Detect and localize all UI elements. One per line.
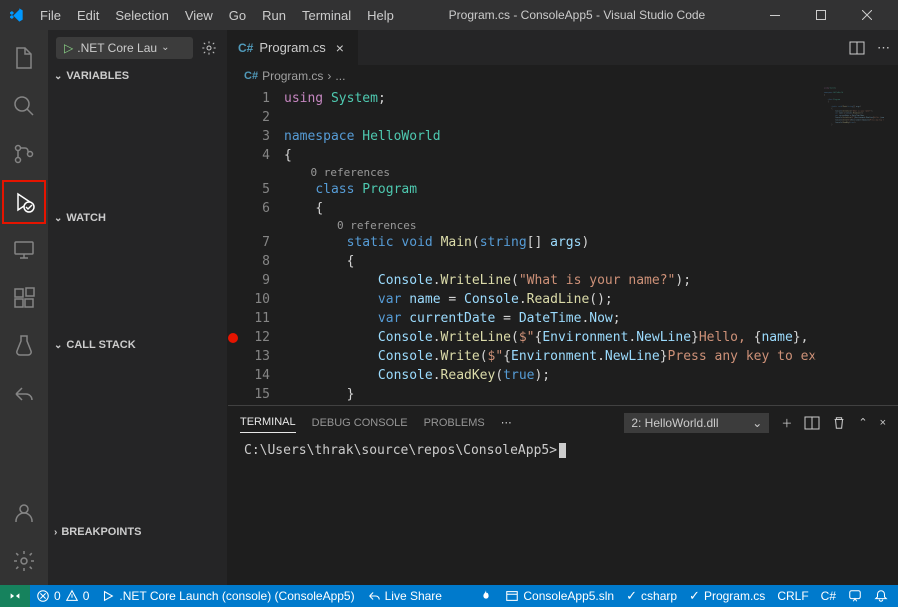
panel-more-icon[interactable]: ⋯	[501, 416, 512, 429]
csharp-file-icon: C#	[238, 41, 253, 55]
explorer-icon[interactable]	[0, 34, 48, 82]
menu-selection[interactable]: Selection	[107, 4, 176, 27]
chevron-down-icon: ⌄	[54, 71, 62, 82]
status-bar: 0 0 .NET Core Launch (console) (ConsoleA…	[0, 585, 898, 607]
file-status[interactable]: ✓Program.cs	[683, 585, 771, 607]
run-debug-icon[interactable]	[0, 178, 48, 226]
chevron-right-icon: ›	[54, 527, 57, 538]
play-icon: ▷	[64, 41, 73, 55]
section-variables[interactable]: ⌄Variables	[48, 65, 227, 87]
menu-file[interactable]: File	[32, 4, 69, 27]
terminal[interactable]: C:\Users\thrak\source\repos\ConsoleApp5>	[228, 439, 898, 585]
code-line[interactable]: Console.Write($"{Environment.NewLine}Pre…	[284, 347, 898, 366]
live-share-status[interactable]: Live Share	[361, 585, 448, 607]
minimize-button[interactable]	[752, 0, 798, 30]
code-line[interactable]: {	[284, 199, 898, 218]
menu-run[interactable]: Run	[254, 4, 294, 27]
feedback-icon[interactable]	[842, 585, 868, 607]
vscode-icon	[8, 7, 24, 23]
menu-bar: FileEditSelectionViewGoRunTerminalHelp	[32, 4, 402, 27]
tab-terminal[interactable]: Terminal	[240, 412, 296, 433]
code-line[interactable]: Console.ReadKey(true);	[284, 366, 898, 385]
omnisharp-flame-icon[interactable]	[473, 585, 499, 607]
code-line[interactable]: class Program	[284, 180, 898, 199]
remote-explorer-icon[interactable]	[0, 226, 48, 274]
tab-program-cs[interactable]: C# Program.cs ×	[228, 30, 359, 65]
code-line[interactable]: Console.WriteLine($"{Environment.NewLine…	[284, 328, 898, 347]
debug-status[interactable]: .NET Core Launch (console) (ConsoleApp5)	[95, 585, 360, 607]
language-mode[interactable]: C#	[815, 585, 842, 607]
problems-indicator[interactable]: 0 0	[30, 585, 95, 607]
tab-debug-console[interactable]: Debug Console	[312, 413, 408, 433]
code-line[interactable]: {	[284, 146, 898, 165]
chevron-down-icon: ⌄	[54, 340, 62, 351]
title-bar: FileEditSelectionViewGoRunTerminalHelp P…	[0, 0, 898, 30]
codelens[interactable]: 0 references	[284, 165, 898, 180]
terminal-prompt: C:\Users\thrak\source\repos\ConsoleApp5>	[244, 443, 557, 458]
codelens[interactable]: 0 references	[284, 218, 898, 233]
code-line[interactable]: {	[284, 252, 898, 271]
section-callstack[interactable]: ⌄Call Stack	[48, 334, 227, 356]
more-actions-icon[interactable]: ⋯	[877, 40, 890, 56]
menu-view[interactable]: View	[177, 4, 221, 27]
settings-gear-icon[interactable]	[0, 537, 48, 585]
chevron-down-icon: ⌄	[54, 213, 62, 224]
source-control-icon[interactable]	[0, 130, 48, 178]
editor[interactable]: 1234 56 789101112131415 using System; na…	[228, 87, 898, 405]
code-line[interactable]: Console.WriteLine("What is your name?");	[284, 271, 898, 290]
breadcrumb[interactable]: C# Program.cs › ...	[228, 65, 898, 87]
code-line[interactable]: }	[284, 385, 898, 404]
extensions-icon[interactable]	[0, 274, 48, 322]
section-watch[interactable]: ⌄Watch	[48, 207, 227, 229]
menu-edit[interactable]: Edit	[69, 4, 107, 27]
close-tab-icon[interactable]: ×	[332, 40, 348, 56]
notifications-icon[interactable]	[868, 585, 894, 607]
debug-settings-icon[interactable]	[199, 38, 219, 58]
eol-indicator[interactable]: CRLF	[771, 585, 814, 607]
lang-server-status[interactable]: ✓csharp	[620, 585, 683, 607]
csharp-file-icon: C#	[244, 70, 258, 82]
close-panel-icon[interactable]: ×	[880, 417, 886, 429]
window-title: Program.cs - ConsoleApp5 - Visual Studio…	[402, 8, 752, 22]
kill-terminal-icon[interactable]	[832, 416, 846, 430]
terminal-cursor	[559, 443, 566, 458]
terminal-selector[interactable]: 2: HelloWorld.dll ⌄	[624, 413, 769, 433]
code-line[interactable]	[284, 108, 898, 127]
code-line[interactable]: var name = Console.ReadLine();	[284, 290, 898, 309]
live-share-icon[interactable]	[0, 370, 48, 418]
accounts-icon[interactable]	[0, 489, 48, 537]
code-line[interactable]: namespace HelloWorld	[284, 127, 898, 146]
code-line[interactable]: static void Main(string[] args)	[284, 233, 898, 252]
tab-label: Program.cs	[259, 40, 325, 55]
code-line[interactable]: using System;	[284, 89, 898, 108]
debug-sidebar: ▷ .NET Core Lau ⌄ ⌄Variables ⌄Watch ⌄Cal…	[48, 30, 228, 585]
breakpoint-icon[interactable]	[228, 333, 238, 343]
menu-help[interactable]: Help	[359, 4, 402, 27]
chevron-down-icon: ⌄	[161, 42, 169, 53]
terminal-panel: Terminal Debug Console Problems ⋯ 2: Hel…	[228, 405, 898, 585]
activity-bar	[0, 30, 48, 585]
new-terminal-icon[interactable]: ＋	[781, 415, 792, 431]
maximize-button[interactable]	[798, 0, 844, 30]
menu-terminal[interactable]: Terminal	[294, 4, 359, 27]
debug-config-label: .NET Core Lau	[77, 41, 157, 55]
editor-tabs: C# Program.cs × ⋯	[228, 30, 898, 65]
solution-status[interactable]: ConsoleApp5.sln	[499, 585, 620, 607]
test-explorer-icon[interactable]	[0, 322, 48, 370]
minimap[interactable]: using System; namespace HelloWorld { cla…	[814, 87, 884, 405]
remote-indicator[interactable]	[0, 585, 30, 607]
search-icon[interactable]	[0, 82, 48, 130]
code-line[interactable]: var currentDate = DateTime.Now;	[284, 309, 898, 328]
tab-problems[interactable]: Problems	[424, 413, 485, 433]
start-debug-button[interactable]: ▷ .NET Core Lau ⌄	[56, 37, 193, 59]
maximize-panel-icon[interactable]: ⌃	[858, 416, 867, 429]
menu-go[interactable]: Go	[221, 4, 254, 27]
split-editor-icon[interactable]	[849, 40, 865, 56]
chevron-down-icon: ⌄	[752, 416, 762, 430]
split-terminal-icon[interactable]	[804, 415, 820, 431]
section-breakpoints[interactable]: ›Breakpoints	[48, 521, 227, 543]
close-button[interactable]	[844, 0, 890, 30]
